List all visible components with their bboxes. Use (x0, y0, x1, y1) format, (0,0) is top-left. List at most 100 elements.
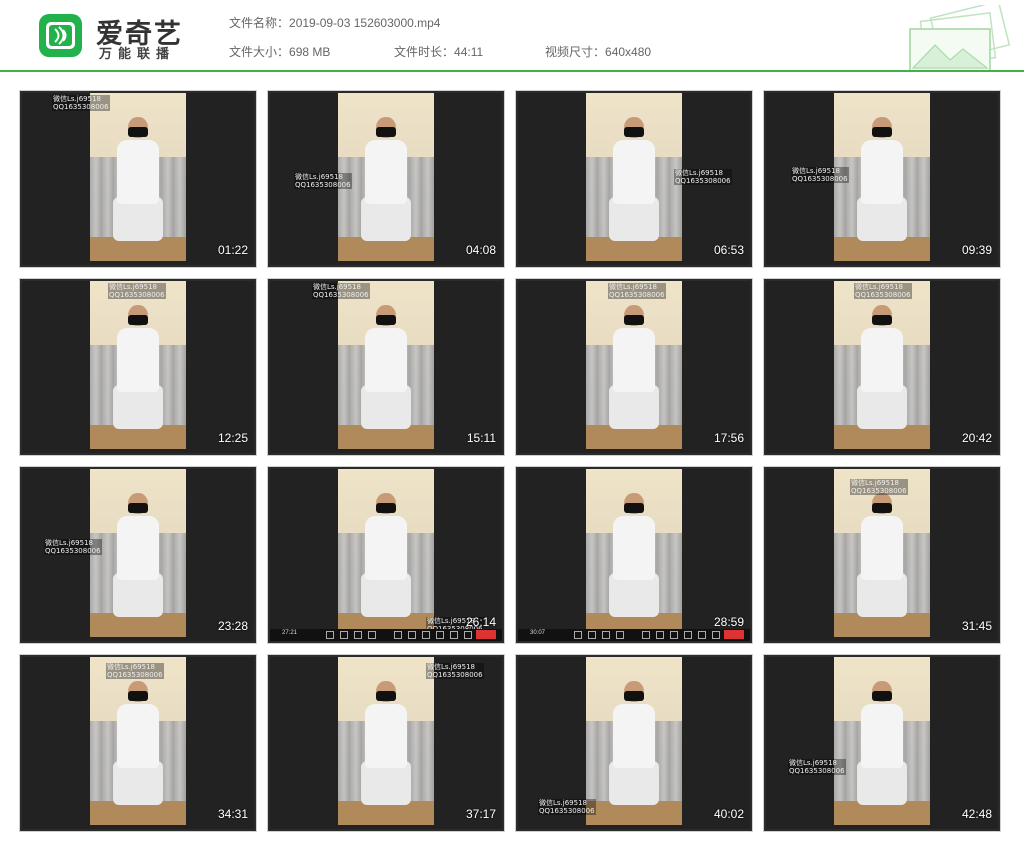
video-thumbnail[interactable]: 微信Ls.j69518 QQ1635308006 34:31 (20, 655, 256, 831)
video-thumbnail[interactable]: 微信Ls.j69518 QQ1635308006 37:17 (268, 655, 504, 831)
watermark-text: 微信Ls.j69518QQ1635308006 (674, 169, 732, 185)
player-control-icon (408, 631, 416, 639)
watermark-text: 微信Ls.j69518QQ1635308006 (426, 663, 484, 679)
duration-value: 44:11 (454, 45, 484, 59)
player-control-icon (698, 631, 706, 639)
video-thumbnail[interactable]: 微信Ls.j69518 QQ1635308006 12:25 (20, 279, 256, 455)
thumbnail-timestamp: 28:59 (713, 615, 744, 629)
player-control-icon (436, 631, 444, 639)
thumbnail-timestamp: 40:02 (713, 807, 744, 821)
watermark-line-1: 微信Ls.j69518 (107, 663, 155, 671)
duration-label: 文件时长： (394, 45, 455, 59)
dimensions-label: 视频尺寸： (545, 45, 606, 59)
watermark-text: 微信Ls.j69518QQ1635308006 (788, 759, 846, 775)
dimensions-info: 视频尺寸：640x480 (545, 43, 651, 60)
video-thumbnail[interactable]: 微信Ls.j69518 QQ1635308006 31:45 (764, 467, 1000, 643)
player-control-icon (670, 631, 678, 639)
player-control-icon (602, 631, 610, 639)
thumbnail-timestamp: 42:48 (961, 807, 992, 821)
end-call-button-icon (476, 630, 496, 639)
player-control-icon (656, 631, 664, 639)
watermark-line-2: QQ1635308006 (107, 671, 163, 679)
player-control-icon (464, 631, 472, 639)
thumbnail-timestamp: 26:14 (465, 615, 496, 629)
video-frame-image (586, 657, 682, 825)
thumbnail-timestamp: 12:25 (217, 431, 248, 445)
video-thumbnail[interactable]: 微信Ls.j69518 QQ1635308006 09:39 (764, 91, 1000, 267)
video-frame-image (586, 93, 682, 261)
watermark-line-2: QQ1635308006 (792, 175, 848, 183)
video-frame-image (90, 469, 186, 637)
player-control-icon (616, 631, 624, 639)
watermark-line-1: 微信Ls.j69518 (539, 799, 587, 807)
video-thumbnail[interactable]: 微信Ls.j69518 QQ1635308006 42:48 (764, 655, 1000, 831)
dimensions-value: 640x480 (605, 45, 652, 59)
thumbnail-timestamp: 34:31 (217, 807, 248, 821)
file-size-value: 698 MB (289, 45, 331, 59)
watermark-line-1: 微信Ls.j69518 (45, 539, 93, 547)
video-frame-image (338, 281, 434, 449)
video-thumbnail[interactable]: 微信Ls.j69518 QQ1635308006 20:42 (764, 279, 1000, 455)
photo-stack-decoration-icon (909, 5, 1011, 71)
watermark-line-1: 微信Ls.j69518 (789, 759, 837, 767)
video-frame-image (834, 281, 930, 449)
video-thumbnail[interactable]: 微信Ls.j69518 QQ1635308006 17:56 (516, 279, 752, 455)
video-thumbnail[interactable]: 微信Ls.j69518 QQ1635308006 23:28 (20, 467, 256, 643)
player-time: 27:21 (282, 630, 298, 636)
player-control-icon (684, 631, 692, 639)
thumbnail-timestamp: 37:17 (465, 807, 496, 821)
watermark-line-2: QQ1635308006 (539, 807, 595, 815)
watermark-line-1: 微信Ls.j69518 (792, 167, 840, 175)
player-control-icon (450, 631, 458, 639)
watermark-line-2: QQ1635308006 (855, 291, 911, 299)
watermark-line-2: QQ1635308006 (109, 291, 165, 299)
thumbnail-timestamp: 01:22 (217, 243, 248, 257)
player-time: 30:07 (530, 630, 546, 636)
video-frame-image (586, 281, 682, 449)
end-call-button-icon (724, 630, 744, 639)
player-control-icon (642, 631, 650, 639)
video-frame-image (834, 657, 930, 825)
video-thumbnail[interactable]: 微信Ls.j69518 QQ1635308006 04:08 (268, 91, 504, 267)
thumbnail-timestamp: 06:53 (713, 243, 744, 257)
player-control-icon (340, 631, 348, 639)
watermark-line-2: QQ1635308006 (313, 291, 369, 299)
thumbnail-timestamp: 15:11 (466, 431, 496, 445)
player-control-icon (326, 631, 334, 639)
watermark-text: 微信Ls.j69518QQ1635308006 (106, 663, 164, 679)
video-thumbnail[interactable]: 微信Ls.j69518 QQ1635308006 40:02 (516, 655, 752, 831)
watermark-line-1: 微信Ls.j69518 (427, 663, 475, 671)
watermark-line-2: QQ1635308006 (427, 671, 483, 679)
watermark-line-1: 微信Ls.j69518 (109, 283, 157, 291)
video-frame-image (586, 469, 682, 637)
video-frame-image (90, 657, 186, 825)
watermark-line-1: 微信Ls.j69518 (295, 173, 343, 181)
file-size-info: 文件大小：698 MB (229, 43, 330, 60)
file-name-label: 文件名称： (229, 16, 290, 30)
watermark-text: 微信Ls.j69518QQ1635308006 (52, 95, 110, 111)
player-control-bar: 27:21 (270, 629, 502, 641)
watermark-line-1: 微信Ls.j69518 (53, 95, 101, 103)
player-control-icon (354, 631, 362, 639)
video-thumbnail[interactable]: 微信Ls.j69518 QQ1635308006 15:11 (268, 279, 504, 455)
video-thumbnail[interactable]: 微信Ls.j69518 QQ1635308006 06:53 (516, 91, 752, 267)
watermark-line-1: 微信Ls.j69518 (855, 283, 903, 291)
video-frame-image (338, 93, 434, 261)
video-frame-image (90, 281, 186, 449)
watermark-text: 微信Ls.j69518QQ1635308006 (44, 539, 102, 555)
watermark-text: 微信Ls.j69518QQ1635308006 (791, 167, 849, 183)
thumbnail-timestamp: 20:42 (961, 431, 992, 445)
file-name-info: 文件名称：2019-09-03 152603000.mp4 (229, 14, 440, 31)
player-control-icon (394, 631, 402, 639)
video-thumbnail[interactable]: 30:07 28:59 (516, 467, 752, 643)
file-size-label: 文件大小： (229, 45, 290, 59)
watermark-text: 微信Ls.j69518QQ1635308006 (850, 479, 908, 495)
video-thumbnail[interactable]: 微信Ls.j69518 QQ1635308006 01:22 (20, 91, 256, 267)
watermark-line-1: 微信Ls.j69518 (313, 283, 361, 291)
player-control-icon (588, 631, 596, 639)
watermark-line-1: 微信Ls.j69518 (675, 169, 723, 177)
video-thumbnail[interactable]: 微信Ls.j69518QQ163530800627:2126:14 (268, 467, 504, 643)
video-frame-image (338, 469, 434, 637)
player-control-bar: 30:07 (518, 629, 750, 641)
thumbnail-timestamp: 31:45 (961, 619, 992, 633)
